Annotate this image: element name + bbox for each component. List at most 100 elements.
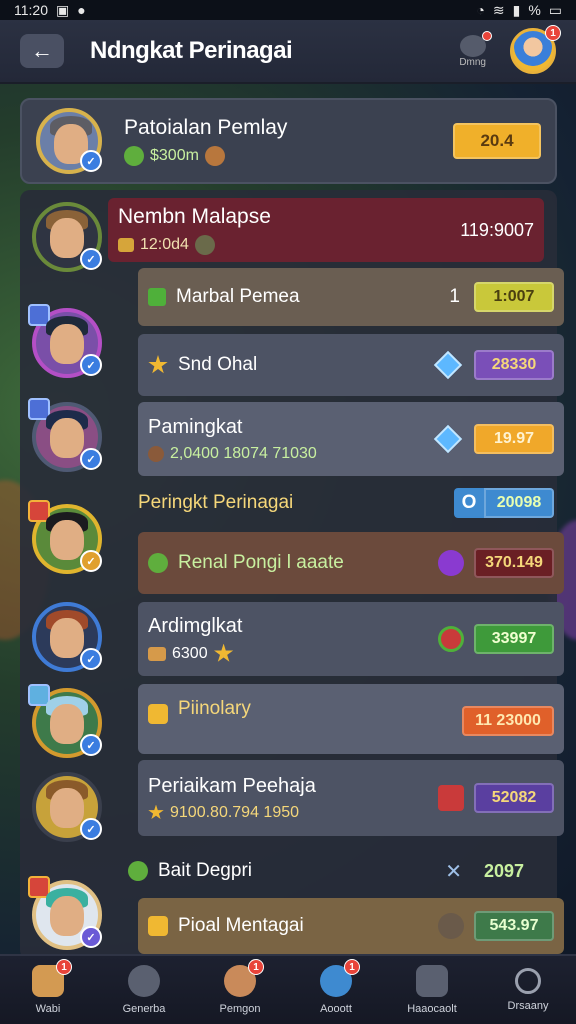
arrow-up-icon [148, 288, 166, 306]
top-player-coins: $300m [150, 147, 199, 164]
row-sub: 6300 [172, 644, 208, 662]
shield-icon [194, 235, 215, 255]
verified-icon: ✓ [80, 648, 102, 670]
cookie-icon [204, 146, 225, 166]
leaderboard-row[interactable]: Pamingkat 2,0400 18074 71030 19.97 [138, 402, 564, 476]
row-sub: 12:0d4 [140, 236, 189, 253]
row-name: Pamingkat [148, 415, 243, 438]
row-value: 33997 [474, 624, 554, 654]
ore-icon [148, 445, 164, 462]
row-name: Nembn Malapse [118, 205, 271, 228]
row-value: 19.97 [474, 424, 554, 454]
row-name: Peringkt Perinagai [138, 492, 294, 513]
diamond-icon [433, 350, 463, 380]
image-icon: ▣ [56, 1, 70, 18]
nav-label: Pemgon [219, 1003, 261, 1015]
row-name: Periaikam Peehaja [148, 774, 316, 797]
verified-icon: ✓ [80, 150, 102, 172]
nav-item-players[interactable]: 1 Pemgon [192, 959, 288, 1015]
back-button[interactable]: ← [20, 34, 64, 68]
nav-item-general[interactable]: Generba [96, 965, 192, 1015]
verified-icon: ✓ [80, 550, 102, 572]
verified-icon: ✓ [80, 248, 102, 270]
player-avatar-icon: 1 [224, 959, 264, 997]
verified-icon: ✓ [80, 448, 102, 470]
row-name: Renal Pongi l aaate [178, 552, 344, 573]
avatar-6: ✓ [28, 684, 102, 758]
back-arrow-icon: ← [31, 38, 53, 63]
alarm-icon: ◔ [476, 2, 485, 18]
row-value: 20098 [484, 488, 554, 518]
cash-icon [148, 553, 168, 573]
profile-avatar[interactable]: 1 [510, 25, 561, 74]
row-value: 119:9007 [460, 219, 534, 240]
row-prefix: 1 [449, 286, 460, 307]
hand-icon [148, 646, 166, 661]
chest-icon [438, 785, 464, 811]
leaderboard-row[interactable]: Periaikam Peehaja 9100.80.794 1950 52082 [138, 760, 564, 836]
star-icon [148, 804, 164, 820]
signal-icon: ▮ [512, 1, 521, 18]
top-player-card[interactable]: ✓ Patoialan Pemlay $300m 20.4 [20, 98, 557, 184]
star-icon [148, 355, 168, 374]
avatar-7: ✓ [32, 772, 102, 842]
nav-label: Wabi [35, 1003, 61, 1015]
verified-icon: ✓ [80, 926, 102, 948]
globe-icon: 1 [320, 959, 360, 997]
nav-item-account[interactable]: 1 Aooott [288, 959, 384, 1015]
aux-header-button[interactable]: Dmng [459, 30, 492, 68]
leaderboard-row[interactable]: Nembn Malapse 12:0d4 119:9007 [108, 198, 544, 262]
top-player-value[interactable]: 20.4 [453, 123, 541, 159]
verified-icon: ✓ [80, 734, 102, 756]
row-value: 11 23000 [462, 706, 554, 736]
row-name: Marbal Pemea [176, 286, 300, 307]
search-icon [515, 968, 541, 994]
header: ← Ndngkat Perinagai Dmng 1 [0, 20, 576, 84]
nav-label: Haaocaolt [407, 1003, 457, 1015]
avatar-2: ✓ [28, 304, 102, 378]
helmet-icon [438, 913, 464, 939]
aux-badge-dot [481, 30, 492, 41]
row-name: Pioal Mentagai [178, 915, 304, 936]
nav-badge: 1 [344, 959, 360, 975]
row-value: 370.149 [474, 548, 554, 578]
leaderboard-row[interactable]: Bait Degpri ✕ 2097 [118, 850, 544, 892]
cash-icon [124, 146, 144, 166]
thumbs-up-icon [148, 704, 168, 724]
nav-item-grid[interactable]: Haaocaolt [384, 965, 480, 1015]
nav-item-search[interactable]: Drsaany [480, 968, 576, 1012]
bottom-navigation: 1 Wabi Generba 1 Pemgon 1 Aooott Haaocao… [0, 954, 576, 1024]
leaderboard-row[interactable]: Piinolary 11 23000 [138, 684, 564, 754]
row-name: Ardimglkat [148, 614, 243, 637]
row-value: 52082 [474, 783, 554, 813]
leaderboard-row[interactable]: Renal Pongi l aaate 370.149 [138, 532, 564, 594]
grid-icon [416, 965, 448, 997]
profile-badge: 1 [545, 25, 561, 41]
leaderboard-row[interactable]: Pioal Mentagai 543.97 [138, 898, 564, 954]
nav-badge: 1 [248, 959, 264, 975]
row-value: 28330 [474, 350, 554, 380]
verified-icon: ✓ [80, 354, 102, 376]
wifi-icon: ≋ [492, 1, 505, 18]
potion-icon [438, 550, 464, 576]
house-icon: 1 [32, 959, 72, 997]
status-bar: 11:20 ▣ ● ◔ ≋ ▮ % ▭ [0, 0, 576, 20]
row-sub: 9100.80.794 1950 [170, 803, 300, 821]
row-sub: 2,0400 18074 71030 [170, 444, 317, 462]
leaderboard-row[interactable]: Peringkt Perinagai O 20098 [138, 484, 564, 522]
diamond-icon [433, 424, 463, 454]
row-name: Bait Degpri [158, 860, 252, 881]
row-name: Snd Ohal [178, 354, 258, 375]
avatar-8: ✓ [28, 876, 102, 950]
row-value: 1:007 [474, 282, 554, 312]
toggle-icon [459, 30, 492, 57]
leaderboard-row[interactable]: Ardimglkat 6300 33997 [138, 602, 564, 676]
top-player-name: Patoialan Pemlay [124, 116, 288, 139]
leaderboard-row[interactable]: Marbal Pemea 1 1:007 [138, 268, 564, 326]
leaderboard-row[interactable]: Snd Ohal 28330 [138, 334, 564, 396]
row-value: 543.97 [474, 911, 554, 941]
medal-icon [438, 626, 464, 652]
nav-item-home[interactable]: 1 Wabi [0, 959, 96, 1015]
crossed-swords-icon: ✕ [445, 860, 462, 883]
nav-label: Drsaany [507, 1000, 549, 1012]
